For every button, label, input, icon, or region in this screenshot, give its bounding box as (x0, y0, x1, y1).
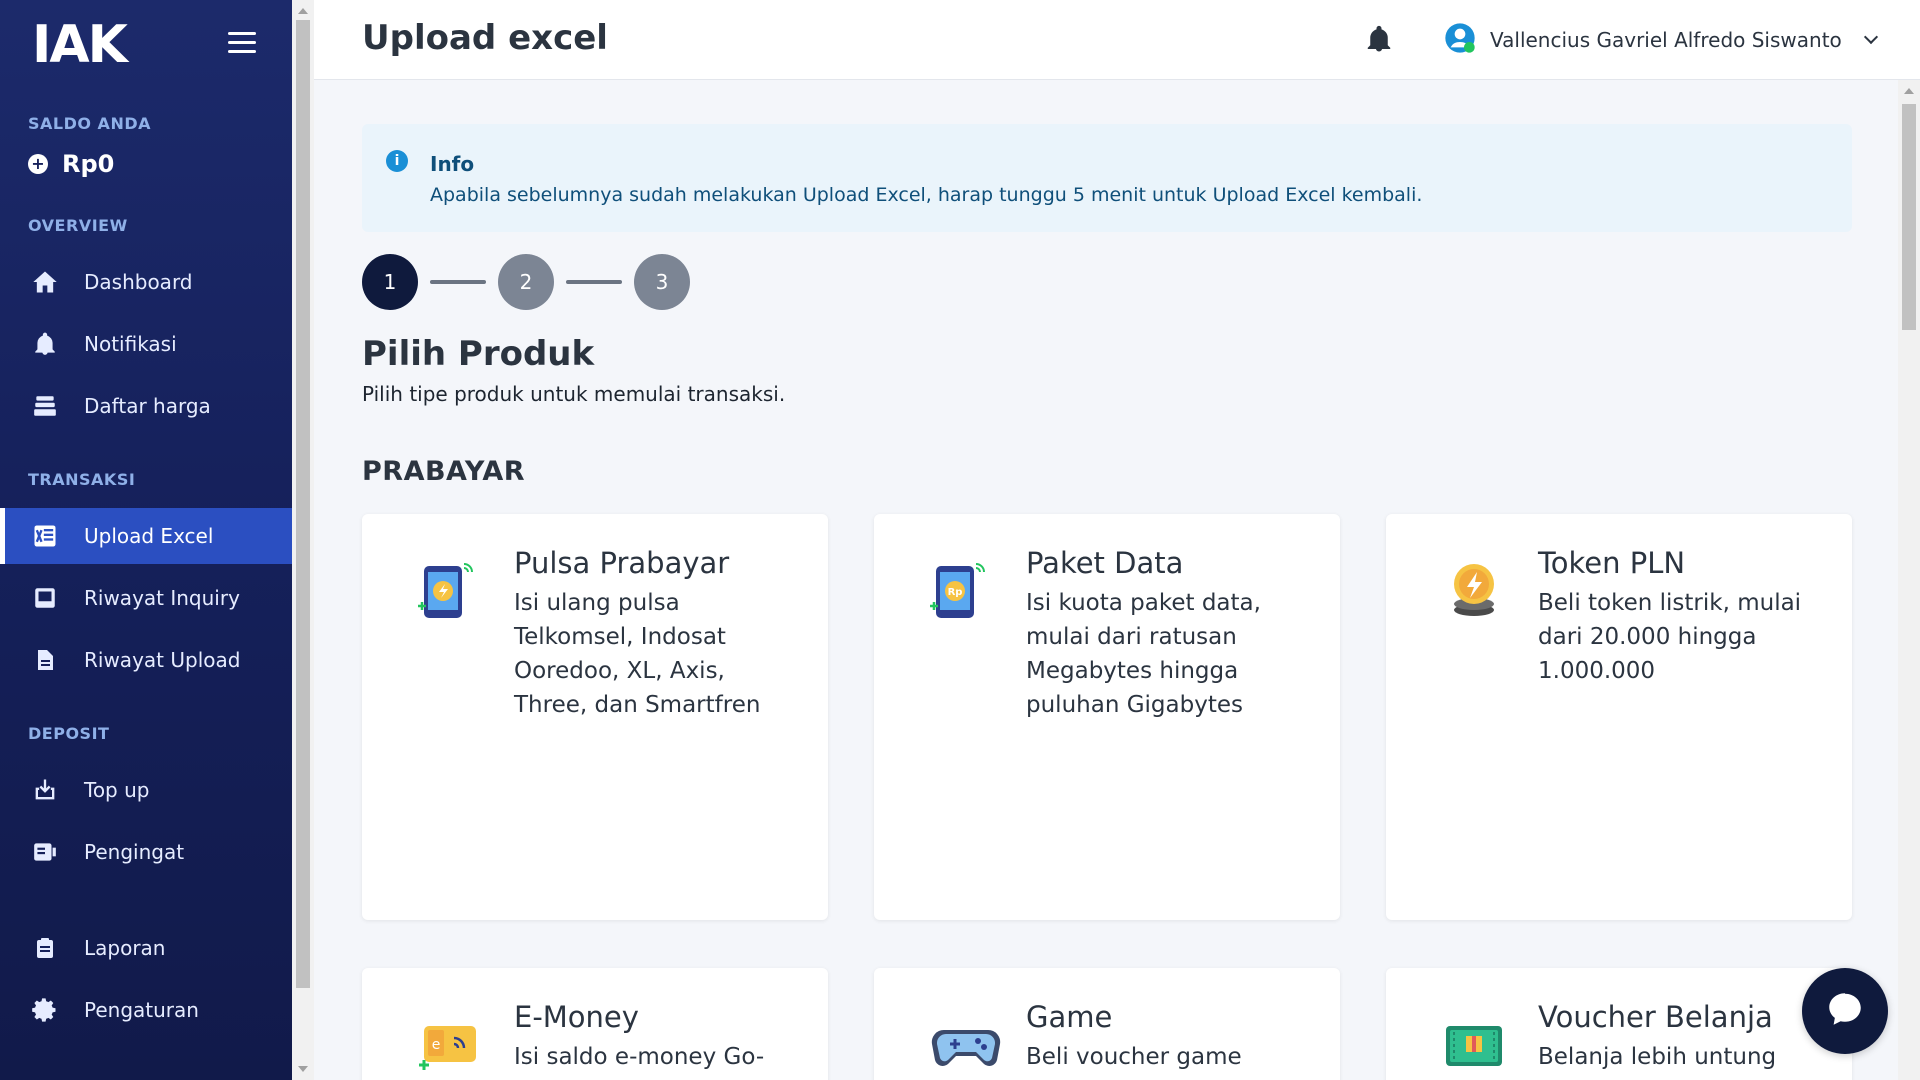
sidebar-item-riwayat-inquiry[interactable]: Riwayat Inquiry (0, 570, 292, 626)
inbox-icon (30, 583, 60, 613)
card-description: Belanja lebih untung (1538, 1044, 1777, 1070)
sidebar-item-riwayat-upload[interactable]: Riwayat Upload (0, 632, 292, 688)
sidebar-item-label: Pengingat (84, 840, 185, 864)
topup-icon (30, 775, 60, 805)
home-icon (30, 267, 60, 297)
main-scrollbar[interactable] (1898, 80, 1920, 1080)
sidebar-item-notifikasi[interactable]: Notifikasi (0, 316, 292, 372)
scroll-down-arrow-icon[interactable] (298, 1066, 308, 1072)
card-title: Paket Data (1026, 546, 1184, 580)
clipboard-icon (30, 933, 60, 963)
info-icon: i (386, 150, 408, 172)
sidebar-item-label: Riwayat Upload (84, 648, 241, 672)
scroll-up-arrow-icon[interactable] (298, 8, 308, 14)
user-avatar-icon (1444, 22, 1476, 58)
section-title: Pilih Produk (362, 334, 595, 374)
sidebar-item-label: Dashboard (84, 270, 193, 294)
sidebar-item-upload-excel[interactable]: Upload Excel (0, 508, 292, 564)
sidebar: IAK SALDO ANDA + Rp0 OVERVIEW Dashboard … (0, 0, 292, 1080)
section-deposit: DEPOSIT (28, 724, 110, 743)
sidebar-item-daftar-harga[interactable]: Daftar harga (0, 378, 292, 434)
sidebar-item-laporan[interactable]: Laporan (0, 920, 292, 976)
svg-text:Rp: Rp (948, 587, 963, 598)
card-title: Pulsa Prabayar (514, 546, 730, 580)
sidebar-item-label: Daftar harga (84, 394, 211, 418)
product-card-voucher-belanja[interactable]: Voucher Belanja Belanja lebih untung (1386, 968, 1852, 1080)
phone-data-icon: Rp (930, 558, 994, 622)
sidebar-item-label: Top up (84, 778, 150, 802)
card-description: Isi saldo e-money Go- (514, 1044, 765, 1070)
balance-value: Rp0 (62, 150, 115, 178)
user-name: Vallencius Gavriel Alfredo Siswanto (1490, 28, 1842, 52)
logo-text: IAK (32, 15, 128, 75)
product-card-paket-data[interactable]: Rp Paket Data Isi kuota paket data, mula… (874, 514, 1340, 920)
sidebar-scrollbar[interactable] (292, 0, 314, 1080)
balance-label: SALDO ANDA (28, 114, 151, 133)
sidebar-item-label: Laporan (84, 936, 166, 960)
product-card-e-money[interactable]: e E-Money Isi saldo e-money Go- (362, 968, 828, 1080)
chevron-down-icon (1863, 29, 1878, 45)
sidebar-item-label: Pengaturan (84, 998, 199, 1022)
card-title: Voucher Belanja (1538, 1000, 1773, 1034)
card-description: Isi kuota paket data, mulai dari ratusan… (1026, 590, 1261, 718)
sidebar-item-label: Riwayat Inquiry (84, 586, 240, 610)
section-subtitle: Pilih tipe produk untuk memulai transaks… (362, 382, 786, 406)
sidebar-item-label: Notifikasi (84, 332, 177, 356)
scrollbar-thumb[interactable] (1902, 104, 1916, 330)
phone-credit-icon (418, 558, 482, 622)
page-title: Upload excel (362, 18, 608, 58)
excel-icon (30, 521, 60, 551)
info-text: Apabila sebelumnya sudah melakukan Uploa… (430, 184, 1423, 206)
price-stack-icon (30, 391, 60, 421)
sidebar-item-pengaturan[interactable]: Pengaturan (0, 982, 292, 1038)
svg-text:e: e (432, 1037, 441, 1053)
step-2[interactable]: 2 (498, 254, 554, 310)
top-header: Upload excel Vallencius Gavriel Alfredo … (314, 0, 1920, 80)
card-title: Game (1026, 1000, 1113, 1034)
hamburger-menu-icon[interactable] (228, 32, 256, 56)
info-title: Info (430, 152, 475, 176)
card-description: Beli token listrik, mulai dari 20.000 hi… (1538, 590, 1802, 684)
scroll-up-arrow-icon[interactable] (1904, 88, 1914, 94)
notification-bell-icon[interactable] (1364, 24, 1394, 54)
chat-button[interactable] (1802, 968, 1888, 1054)
add-balance-icon[interactable]: + (28, 154, 48, 174)
section-overview: OVERVIEW (28, 216, 128, 235)
step-3[interactable]: 3 (634, 254, 690, 310)
section-transaksi: TRANSAKSI (28, 470, 136, 489)
card-description: Isi ulang pulsa Telkomsel, Indosat Oored… (514, 590, 761, 718)
gamepad-icon (930, 1012, 1001, 1076)
bell-icon (30, 329, 60, 359)
gear-icon (30, 995, 60, 1025)
step-connector (430, 280, 486, 284)
product-card-token-pln[interactable]: Token PLN Beli token listrik, mulai dari… (1386, 514, 1852, 920)
sidebar-item-label: Upload Excel (84, 524, 214, 548)
card-title: E-Money (514, 1000, 639, 1034)
sidebar-item-pengingat[interactable]: Pengingat (0, 824, 292, 880)
document-icon (30, 645, 60, 675)
card-title: Token PLN (1538, 546, 1686, 580)
sidebar-item-dashboard[interactable]: Dashboard (0, 254, 292, 310)
emoney-card-icon: e (418, 1012, 482, 1076)
balance: + Rp0 (28, 150, 114, 178)
user-menu[interactable]: Vallencius Gavriel Alfredo Siswanto (1444, 22, 1878, 58)
step-connector (566, 280, 622, 284)
sidebar-item-top-up[interactable]: Top up (0, 762, 292, 818)
coin-lightning-icon (1442, 558, 1506, 622)
card-description: Beli voucher game (1026, 1044, 1242, 1070)
product-card-pulsa-prabayar[interactable]: Pulsa Prabayar Isi ulang pulsa Telkomsel… (362, 514, 828, 920)
group-title-prabayar: PRABAYAR (362, 456, 526, 487)
product-card-game[interactable]: Game Beli voucher game (874, 968, 1340, 1080)
reminder-icon (30, 837, 60, 867)
scrollbar-thumb[interactable] (296, 20, 310, 988)
info-alert: i Info Apabila sebelumnya sudah melakuka… (362, 124, 1852, 232)
chat-bubble-icon (1824, 988, 1866, 1034)
logo[interactable]: IAK (32, 15, 128, 75)
stepper: 1 2 3 (362, 254, 690, 310)
gift-voucher-icon (1442, 1012, 1506, 1076)
step-1[interactable]: 1 (362, 254, 418, 310)
